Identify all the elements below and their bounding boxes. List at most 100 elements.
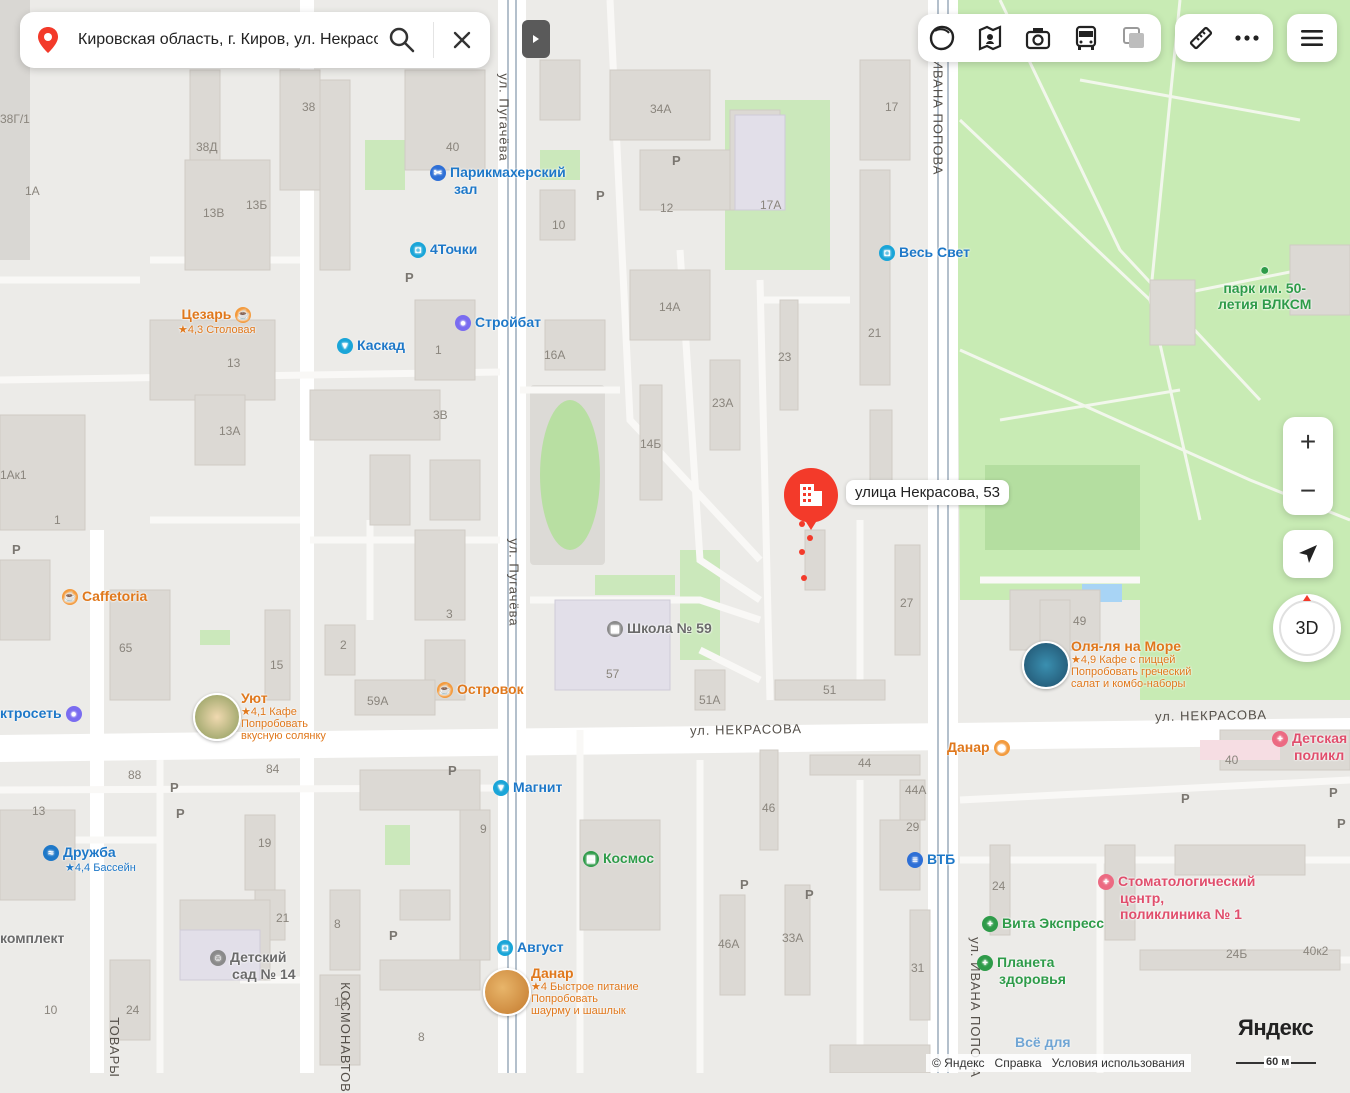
street-label-pugacheva-bottom: ул. Пугачёва (506, 538, 522, 627)
swimming-icon: ≈ (43, 845, 59, 862)
house-number: 21 (868, 326, 882, 340)
poi-danar-1[interactable]: Данар ◉ (947, 739, 1014, 757)
poi-caffetoria[interactable]: ☕ Caffetoria (62, 588, 147, 606)
house-number: 29 (906, 820, 920, 834)
poi-photo-uyut[interactable] (193, 693, 241, 741)
tooth-icon: + (1098, 874, 1114, 891)
poi-uyut[interactable]: Уют ★4,1 Кафе Попробовать вкусную солянк… (241, 690, 326, 742)
house-number: 10 (44, 1003, 58, 1017)
poi-kaskad[interactable]: ▼ Каскад (337, 337, 405, 355)
poi-ostrovok[interactable]: ☕ Островок (437, 681, 524, 699)
poi-4tochki[interactable]: ◘ 4Точки (410, 241, 477, 259)
house-number: 44А (905, 783, 927, 797)
house-number: 19 (258, 836, 272, 850)
poi-kosmos[interactable]: ▤ Космос (583, 850, 654, 868)
street-label-nekrasova-left: ул. НЕКРАСОВА (689, 721, 803, 738)
poi-stroybat[interactable]: ● Стройбат (455, 314, 541, 332)
poi-olya[interactable]: Оля-ля на Море ★4,9 Кафе с пиццей Попроб… (1071, 638, 1191, 690)
map-mode-button[interactable] (1112, 18, 1156, 58)
shopping-bag-icon: ◘ (879, 245, 895, 262)
house-number: 88 (128, 768, 142, 782)
park-name-line1: парк им. 50- (1223, 280, 1307, 296)
house-number: 49 (1073, 614, 1087, 628)
selected-place-marker[interactable] (782, 466, 840, 537)
sports-field (985, 465, 1140, 550)
poi-elektroset[interactable]: ктросеть ● (0, 705, 86, 723)
geolocation-button[interactable] (1283, 530, 1333, 578)
poi-parikmakherskaya[interactable]: ✂ Парикмахерский зал (430, 164, 566, 197)
tree-icon: ● (1259, 262, 1270, 279)
poi-vse-dlya[interactable]: Всё для (1015, 1034, 1071, 1050)
parking-icon: P (405, 270, 414, 285)
transport-button[interactable] (1064, 18, 1108, 58)
house-number: 24Б (1226, 947, 1248, 961)
yandex-logo[interactable]: Яндекс (1238, 1015, 1314, 1041)
copyright-link[interactable]: © Яндекс (932, 1056, 985, 1070)
poi-photo-danar[interactable] (483, 968, 531, 1016)
expand-panel-button[interactable] (522, 20, 550, 58)
house-number: 24 (126, 1003, 140, 1017)
poi-stomatologiya[interactable]: + Стоматологический центр, поликлиника № … (1098, 873, 1255, 922)
house-number: 33А (782, 931, 804, 945)
poi-photo-olya[interactable] (1022, 641, 1070, 689)
school-icon: ▣ (607, 621, 623, 638)
poi-shkola[interactable]: ▣ Школа № 59 (607, 620, 712, 638)
poi-tsezar[interactable]: Цезарь ☕ ★4,3 Столовая (178, 306, 255, 336)
pharmacy-icon: + (982, 916, 998, 933)
poi-magnit[interactable]: ▼ Магнит (493, 779, 562, 797)
poi-druzhba[interactable]: ≈ Дружба ★4,4 Бассейн (43, 844, 136, 874)
selected-place-label[interactable]: улица Некрасова, 53 (846, 480, 1009, 505)
more-button[interactable] (1225, 18, 1269, 58)
pharmacy-icon: + (977, 955, 993, 972)
map-mode-icon (1123, 27, 1144, 48)
poi-ves-svet[interactable]: ◘ Весь Свет (879, 244, 970, 262)
map-layers-toolbar (918, 14, 1161, 62)
poi-komplekt[interactable]: комплект (0, 930, 64, 946)
poi-vita-express[interactable]: + Вита Экспресс (982, 915, 1104, 933)
poi-avgust[interactable]: ◘ Август (497, 939, 564, 957)
house-number: 40 (1225, 753, 1239, 767)
house-number: 51 (823, 683, 837, 697)
zoom-out-button[interactable]: − (1283, 466, 1333, 515)
house-number: 23А (712, 396, 734, 410)
poi-danar-2[interactable]: Данар ★4 Быстрое питание Попробовать шау… (531, 965, 639, 1017)
poi-planeta-zdorovya[interactable]: + Планета здоровья (977, 954, 1066, 987)
layers-button[interactable] (920, 18, 964, 58)
search-button[interactable] (382, 20, 422, 60)
panorama-icon (978, 25, 1002, 51)
scale-label: 60 м (1264, 1056, 1292, 1068)
poi-detskaya-poliklinika[interactable]: + Детская поликл (1272, 730, 1347, 763)
kindergarten-icon: ☺ (210, 950, 226, 967)
camera-button[interactable] (1016, 18, 1060, 58)
parking-icon: P (389, 928, 398, 943)
museum-icon: ▤ (583, 851, 599, 868)
compass-ring (1279, 600, 1335, 656)
panorama-button[interactable] (968, 18, 1012, 58)
house-number: 27 (900, 596, 914, 610)
store-icon: ● (65, 706, 82, 723)
zoom-in-button[interactable]: + (1283, 417, 1333, 466)
house-number: 46А (718, 937, 740, 951)
help-link[interactable]: Справка (995, 1056, 1042, 1070)
house-number: 84 (266, 762, 280, 776)
house-number: 8 (334, 917, 341, 931)
poi-vtb[interactable]: ≡ ВТБ (907, 851, 955, 869)
cart-icon: ▼ (337, 338, 353, 355)
ruler-button[interactable] (1179, 18, 1223, 58)
poi-detsad[interactable]: ☺ Детский сад № 14 (210, 949, 296, 982)
park-label[interactable]: ● парк им. 50- летия ВЛКСМ (1218, 262, 1311, 312)
clear-button[interactable] (442, 20, 482, 60)
compass-north-icon (1303, 595, 1311, 601)
house-number: 13 (32, 804, 46, 818)
house-number: 51А (699, 693, 721, 707)
map-pin-icon (784, 468, 838, 530)
3d-mode-button[interactable]: 3D (1273, 594, 1341, 662)
search-input[interactable] (76, 26, 380, 54)
search-icon (389, 27, 415, 53)
terms-link[interactable]: Условия использования (1052, 1056, 1185, 1070)
house-number: 38 (302, 100, 316, 114)
house-number: 40к2 (1303, 944, 1329, 958)
scissors-icon: ✂ (430, 165, 446, 182)
ruler-icon (1189, 26, 1213, 50)
main-menu-button[interactable] (1287, 14, 1337, 62)
